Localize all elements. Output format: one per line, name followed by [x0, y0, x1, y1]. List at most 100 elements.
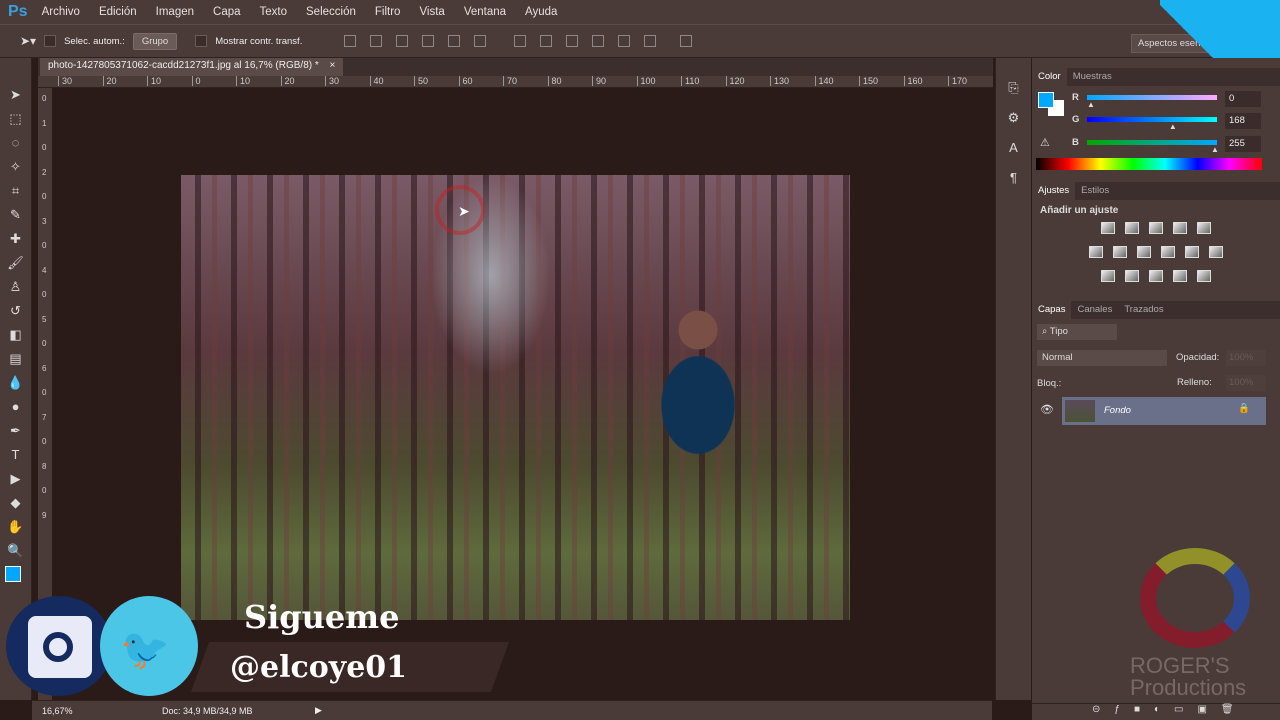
crop-tool-icon[interactable]: ⌗: [6, 182, 26, 200]
lasso-tool-icon[interactable]: ◌: [6, 134, 26, 152]
distribute-top-icon[interactable]: [514, 35, 527, 47]
tab-muestras[interactable]: Muestras: [1067, 68, 1118, 86]
tab-ajustes[interactable]: Ajustes: [1032, 182, 1076, 200]
channel-r-slider[interactable]: ▲: [1087, 95, 1217, 109]
zoom-tool-icon[interactable]: 🔍: [6, 542, 26, 560]
align-hcenter-icon[interactable]: [448, 35, 461, 47]
history-brush-icon[interactable]: ↺: [6, 302, 26, 320]
menu-edicion[interactable]: Edición: [99, 6, 137, 18]
history-icon[interactable]: ⎘: [1004, 80, 1024, 98]
blur-tool-icon[interactable]: 💧: [6, 374, 26, 392]
transform-controls-checkbox[interactable]: [195, 35, 208, 47]
eraser-icon[interactable]: ◧: [6, 326, 26, 344]
color-balance-icon[interactable]: [1113, 246, 1127, 258]
document-image[interactable]: [181, 175, 850, 620]
menu-filtro[interactable]: Filtro: [375, 6, 401, 18]
brush-tool-icon[interactable]: 🖌: [6, 254, 26, 272]
distribute-right-icon[interactable]: [644, 35, 657, 47]
auto-align-icon[interactable]: [680, 35, 693, 47]
selective-color-icon[interactable]: [1173, 270, 1187, 282]
dodge-tool-icon[interactable]: ●: [6, 398, 26, 416]
ruler-tick: 0: [42, 290, 47, 299]
foreground-color-swatch[interactable]: [5, 566, 21, 582]
slider-thumb[interactable]: ▲: [1211, 145, 1219, 154]
menu-ayuda[interactable]: Ayuda: [525, 6, 557, 18]
foreground-color-swatch[interactable]: [1038, 92, 1054, 108]
paragraph-icon[interactable]: ¶: [1004, 170, 1024, 188]
curves-icon[interactable]: [1149, 222, 1163, 234]
vibrance-icon[interactable]: [1197, 222, 1211, 234]
auto-select-checkbox[interactable]: [44, 35, 57, 47]
blend-mode-select[interactable]: Normal: [1037, 350, 1167, 366]
photo-filter-icon[interactable]: [1161, 246, 1175, 258]
hue-saturation-icon[interactable]: [1089, 246, 1103, 258]
pen-tool-icon[interactable]: ✒: [6, 422, 26, 440]
layer-row[interactable]: 👁 Fondo 🔒: [1032, 397, 1266, 425]
channel-g-slider[interactable]: ▲: [1087, 117, 1217, 131]
align-right-icon[interactable]: [474, 35, 487, 47]
distribute-vcenter-icon[interactable]: [540, 35, 553, 47]
distribute-hcenter-icon[interactable]: [618, 35, 631, 47]
levels-icon[interactable]: [1125, 222, 1139, 234]
move-tool-icon[interactable]: ➤▾: [20, 34, 36, 48]
marquee-tool-icon[interactable]: ⬚: [6, 110, 26, 128]
align-vcenter-icon[interactable]: [370, 35, 383, 47]
channel-g-input[interactable]: 168: [1225, 113, 1261, 129]
opacity-input[interactable]: 100%: [1226, 350, 1266, 366]
zoom-level[interactable]: 16,67%: [42, 706, 73, 716]
channel-b-slider[interactable]: ▲: [1087, 140, 1219, 154]
hand-tool-icon[interactable]: ✋: [6, 518, 26, 536]
magic-wand-icon[interactable]: ✧: [6, 158, 26, 176]
channel-mixer-icon[interactable]: [1185, 246, 1199, 258]
distribute-left-icon[interactable]: [592, 35, 605, 47]
tab-capas[interactable]: Capas: [1032, 301, 1072, 319]
invert-icon[interactable]: [1101, 270, 1115, 282]
tab-color[interactable]: Color: [1032, 68, 1067, 86]
group-select[interactable]: Grupo: [132, 32, 178, 50]
posterize-icon[interactable]: [1125, 270, 1139, 282]
black-white-icon[interactable]: [1137, 246, 1151, 258]
align-left-icon[interactable]: [422, 35, 435, 47]
path-selection-icon[interactable]: ▶: [6, 470, 26, 488]
gradient-map-icon[interactable]: [1197, 270, 1211, 282]
menu-texto[interactable]: Texto: [260, 6, 288, 18]
properties-icon[interactable]: ⚙: [1004, 110, 1024, 128]
status-menu-arrow-icon[interactable]: ▶: [315, 705, 322, 716]
brightness-icon[interactable]: [1101, 222, 1115, 234]
type-tool-icon[interactable]: T: [6, 446, 26, 464]
align-bottom-icon[interactable]: [396, 35, 409, 47]
slider-thumb[interactable]: ▲: [1087, 100, 1095, 109]
slider-thumb[interactable]: ▲: [1169, 122, 1177, 131]
gradient-tool-icon[interactable]: ▤: [6, 350, 26, 368]
menu-vista[interactable]: Vista: [419, 6, 444, 18]
align-top-icon[interactable]: [344, 35, 357, 47]
character-icon[interactable]: A: [1004, 140, 1024, 158]
color-spectrum-bar[interactable]: [1036, 158, 1262, 170]
stamp-tool-icon[interactable]: ♙: [6, 278, 26, 296]
close-tab-icon[interactable]: ×: [330, 60, 336, 71]
menu-capa[interactable]: Capa: [213, 6, 241, 18]
menu-seleccion[interactable]: Selección: [306, 6, 356, 18]
ruler-tick: 0: [42, 192, 47, 201]
healing-brush-icon[interactable]: ✚: [6, 230, 26, 248]
shape-tool-icon[interactable]: ◆: [6, 494, 26, 512]
visibility-eye-icon[interactable]: 👁: [1040, 403, 1054, 416]
channel-r-input[interactable]: 0: [1225, 91, 1261, 107]
gamut-warning-icon[interactable]: ⚠: [1040, 136, 1050, 149]
tab-trazados[interactable]: Trazados: [1118, 301, 1169, 319]
layer-filter-select[interactable]: ⌕ Tipo: [1037, 324, 1117, 340]
menu-archivo[interactable]: Archivo: [42, 6, 80, 18]
exposure-icon[interactable]: [1173, 222, 1187, 234]
document-tab[interactable]: photo-1427805371062-cacdd21273f1.jpg al …: [40, 58, 344, 76]
tab-canales[interactable]: Canales: [1071, 301, 1118, 319]
menu-ventana[interactable]: Ventana: [464, 6, 506, 18]
menu-imagen[interactable]: Imagen: [156, 6, 194, 18]
fill-input[interactable]: 100%: [1226, 375, 1266, 391]
channel-b-input[interactable]: 255: [1225, 136, 1261, 152]
distribute-bottom-icon[interactable]: [566, 35, 579, 47]
color-lookup-icon[interactable]: [1209, 246, 1223, 258]
tab-estilos[interactable]: Estilos: [1075, 182, 1115, 200]
eyedropper-icon[interactable]: ✎: [6, 206, 26, 224]
move-tool-icon[interactable]: ➤: [6, 86, 26, 104]
threshold-icon[interactable]: [1149, 270, 1163, 282]
